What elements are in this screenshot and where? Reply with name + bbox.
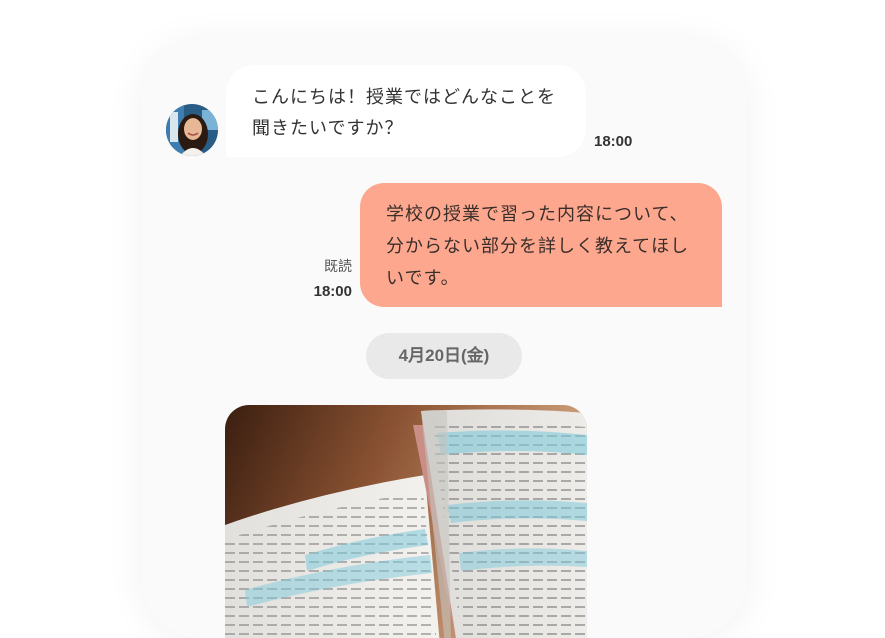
avatar[interactable] (166, 104, 218, 156)
outgoing-timestamp: 18:00 (313, 283, 352, 300)
image-message[interactable] (225, 405, 587, 638)
outgoing-message-bubble: 学校の授業で習った内容について、 分からない部分を詳しく教えてほし いです。 (360, 183, 722, 307)
chat-screen: こんにちは！授業ではどんなことを 聞きたいですか？ 18:00 既読 18:00… (142, 38, 747, 638)
date-separator: 4月20日(金) (366, 333, 522, 379)
incoming-timestamp: 18:00 (594, 133, 633, 150)
incoming-message-bubble: こんにちは！授業ではどんなことを 聞きたいですか？ (226, 65, 586, 157)
outgoing-message-line-3: いです。 (386, 268, 460, 289)
open-book-photo-icon (225, 405, 587, 638)
incoming-message-line-1: こんにちは！授業ではどんなことを (252, 87, 556, 108)
outgoing-message-line-2: 分からない部分を詳しく教えてほし (386, 236, 690, 257)
incoming-message-line-2: 聞きたいですか？ (252, 118, 404, 139)
read-status: 既読 (324, 259, 352, 275)
outgoing-message-line-1: 学校の授業で習った内容について、 (386, 204, 689, 225)
